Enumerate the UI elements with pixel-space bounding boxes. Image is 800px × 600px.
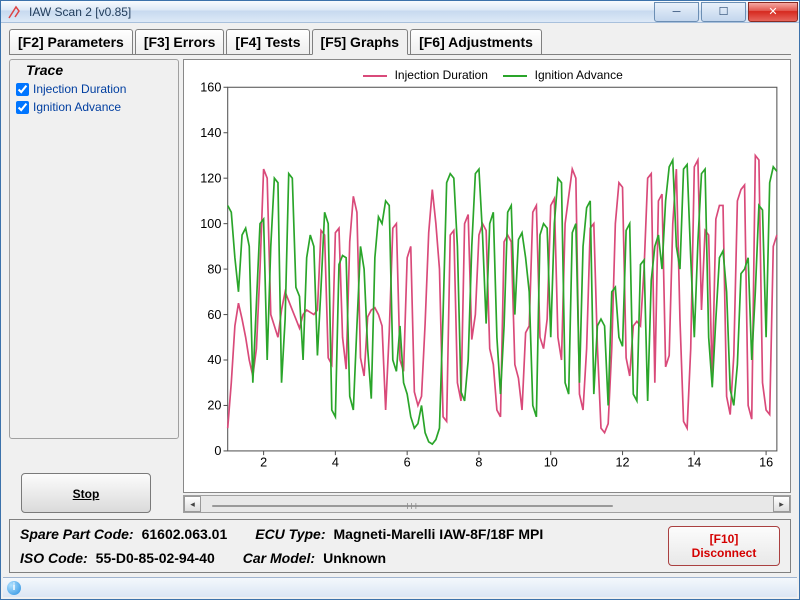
legend-label-b: Ignition Advance <box>535 68 623 82</box>
svg-text:160: 160 <box>200 82 221 94</box>
legend-label-a: Injection Duration <box>395 68 488 82</box>
trace-fieldset: Trace Injection Duration Ignition Advanc… <box>9 59 179 439</box>
trace-legend: Trace <box>22 62 67 78</box>
svg-text:14: 14 <box>687 456 701 470</box>
trace-check-ignition[interactable]: Ignition Advance <box>16 100 172 114</box>
trace-check-injection[interactable]: Injection Duration <box>16 82 172 96</box>
tab-adjustments[interactable]: [F6] Adjustments <box>410 29 542 54</box>
car-value: Unknown <box>323 550 386 566</box>
info-icon[interactable]: i <box>7 581 21 595</box>
scroll-left-arrow[interactable]: ◂ <box>184 496 201 512</box>
svg-text:20: 20 <box>207 399 221 413</box>
client-area: [F2] Parameters [F3] Errors [F4] Tests [… <box>1 23 799 599</box>
svg-text:80: 80 <box>207 262 221 276</box>
plot-area: Injection Duration Ignition Advance 0 20 4… <box>183 59 791 493</box>
scroll-thumb[interactable]: III <box>212 505 612 507</box>
tab-graphs[interactable]: [F5] Graphs <box>312 29 409 55</box>
svg-text:8: 8 <box>475 456 482 470</box>
trace-check-ignition-label: Ignition Advance <box>33 100 121 114</box>
svg-text:140: 140 <box>200 126 221 140</box>
svg-text:4: 4 <box>332 456 339 470</box>
tab-parameters[interactable]: [F2] Parameters <box>9 29 133 54</box>
tab-tests[interactable]: [F4] Tests <box>226 29 309 54</box>
scroll-right-arrow[interactable]: ▸ <box>773 496 790 512</box>
svg-text:0: 0 <box>214 444 221 458</box>
spare-label: Spare Part Code: <box>20 526 134 542</box>
svg-text:120: 120 <box>200 171 221 185</box>
h-scrollbar[interactable]: ◂ III ▸ <box>183 495 791 513</box>
legend-swatch-a <box>363 75 387 77</box>
iso-label: ISO Code: <box>20 550 88 566</box>
ecu-value: Magneti-Marelli IAW-8F/18F MPI <box>334 526 544 542</box>
svg-text:12: 12 <box>616 456 630 470</box>
chart-legend: Injection Duration Ignition Advance <box>190 68 784 82</box>
svg-text:10: 10 <box>544 456 558 470</box>
svg-text:40: 40 <box>207 353 221 367</box>
statusbar: i <box>3 577 797 597</box>
trace-check-injection-label: Injection Duration <box>33 82 126 96</box>
svg-text:2: 2 <box>260 456 267 470</box>
disconnect-button[interactable]: [F10] Disconnect <box>668 526 780 566</box>
window-title: IAW Scan 2 [v0.85] <box>29 5 131 19</box>
svg-text:60: 60 <box>207 308 221 322</box>
svg-text:16: 16 <box>759 456 773 470</box>
titlebar: IAW Scan 2 [v0.85] ─ ☐ ✕ <box>1 1 799 23</box>
ecu-label: ECU Type: <box>255 526 325 542</box>
close-button[interactable]: ✕ <box>748 2 798 22</box>
stop-button[interactable]: Stop <box>21 473 151 513</box>
app-icon <box>7 4 23 20</box>
iso-value: 55-D0-85-02-94-40 <box>96 550 215 566</box>
legend-swatch-b <box>503 75 527 77</box>
trace-check-ignition-box[interactable] <box>16 101 29 114</box>
trace-check-injection-box[interactable] <box>16 83 29 96</box>
maximize-button[interactable]: ☐ <box>701 2 746 22</box>
app-window: IAW Scan 2 [v0.85] ─ ☐ ✕ [F2] Parameters… <box>0 0 800 600</box>
svg-text:6: 6 <box>404 456 411 470</box>
tab-errors[interactable]: [F3] Errors <box>135 29 225 54</box>
minimize-button[interactable]: ─ <box>654 2 699 22</box>
tab-strip: [F2] Parameters [F3] Errors [F4] Tests [… <box>3 25 797 54</box>
svg-text:100: 100 <box>200 217 221 231</box>
line-chart: 0 20 40 60 80 100 120 140 160 2 4 6 8 10 12 14 16 <box>190 82 784 472</box>
car-label: Car Model: <box>243 550 315 566</box>
spare-value: 61602.063.01 <box>142 526 228 542</box>
status-panel: Spare Part Code: 61602.063.01 ECU Type: … <box>9 519 791 573</box>
